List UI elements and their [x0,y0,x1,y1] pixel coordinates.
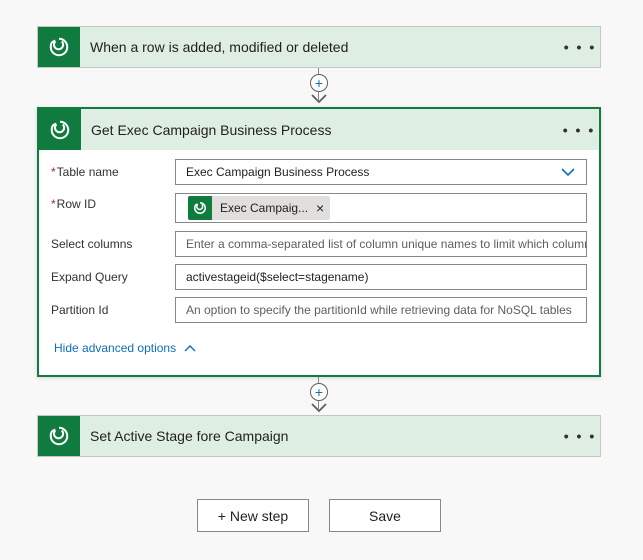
table-name-dropdown[interactable]: Exec Campaign Business Process [175,159,587,185]
field-table-name: *Table name Exec Campaign Business Proce… [51,159,589,185]
select-columns-input[interactable]: Enter a comma-separated list of column u… [175,231,587,257]
trigger-icon-tile [38,27,80,67]
field-expand-query: Expand Query activestageid($select=stage… [51,264,589,290]
row-id-label: *Row ID [51,197,175,211]
dataverse-icon [50,120,70,139]
arrow-down-icon [311,403,327,413]
field-row-id: *Row ID Exec Campaig... × [51,193,589,223]
action-card-get-row: Get Exec Campaign Business Process • • •… [37,107,601,377]
required-marker: * [51,197,56,211]
dataverse-icon [49,426,69,446]
partition-id-label: Partition Id [51,303,109,317]
expand-query-input[interactable]: activestageid($select=stagename) [175,264,587,290]
chevron-down-icon [561,168,575,177]
row-id-label-text: Row ID [56,197,97,211]
hide-advanced-options-link[interactable]: Hide advanced options [54,341,196,355]
new-step-button[interactable]: + New step [197,499,309,532]
dynamic-content-token[interactable]: Exec Campaig... × [188,196,331,220]
partition-id-input[interactable]: An option to specify the partitionId whi… [175,297,587,323]
action-icon-tile [39,109,81,150]
action-step-card-set-stage[interactable]: Set Active Stage fore Campaign • • • [37,415,601,457]
action-card-header[interactable]: Get Exec Campaign Business Process • • • [39,109,599,150]
action2-icon-tile [38,416,80,456]
token-icon-tile [188,196,212,220]
token-remove-icon[interactable]: × [316,200,330,216]
select-columns-placeholder: Enter a comma-separated list of column u… [186,237,587,251]
action-title: Get Exec Campaign Business Process [91,121,332,138]
hide-advanced-options-label: Hide advanced options [54,341,177,355]
field-select-columns: Select columns Enter a comma-separated l… [51,231,589,257]
chevron-up-icon [184,345,196,352]
row-id-input[interactable]: Exec Campaig... × [175,193,587,223]
table-name-label-text: Table name [56,165,119,179]
table-name-value: Exec Campaign Business Process [186,165,370,179]
action2-title: Set Active Stage fore Campaign [90,428,289,444]
expand-query-value: activestageid($select=stagename) [186,270,369,284]
select-columns-label: Select columns [51,237,133,251]
arrow-down-icon [311,94,327,104]
trigger-title: When a row is added, modified or deleted [90,39,349,55]
action2-more-menu[interactable]: • • • [560,428,600,444]
insert-step-button[interactable]: + [310,383,328,401]
dataverse-icon [193,201,207,215]
partition-id-placeholder: An option to specify the partitionId whi… [186,303,572,317]
insert-step-button[interactable]: + [310,74,328,92]
token-label: Exec Campaig... [220,201,309,215]
trigger-more-menu[interactable]: • • • [560,39,600,55]
required-marker: * [51,165,56,179]
trigger-step-card[interactable]: When a row is added, modified or deleted… [37,26,601,68]
flow-canvas: When a row is added, modified or deleted… [0,0,643,560]
save-button[interactable]: Save [329,499,441,532]
expand-query-label: Expand Query [51,270,128,284]
dataverse-icon [49,37,69,57]
action-more-menu[interactable]: • • • [559,122,599,138]
field-partition-id: Partition Id An option to specify the pa… [51,297,589,323]
table-name-label: *Table name [51,165,175,179]
